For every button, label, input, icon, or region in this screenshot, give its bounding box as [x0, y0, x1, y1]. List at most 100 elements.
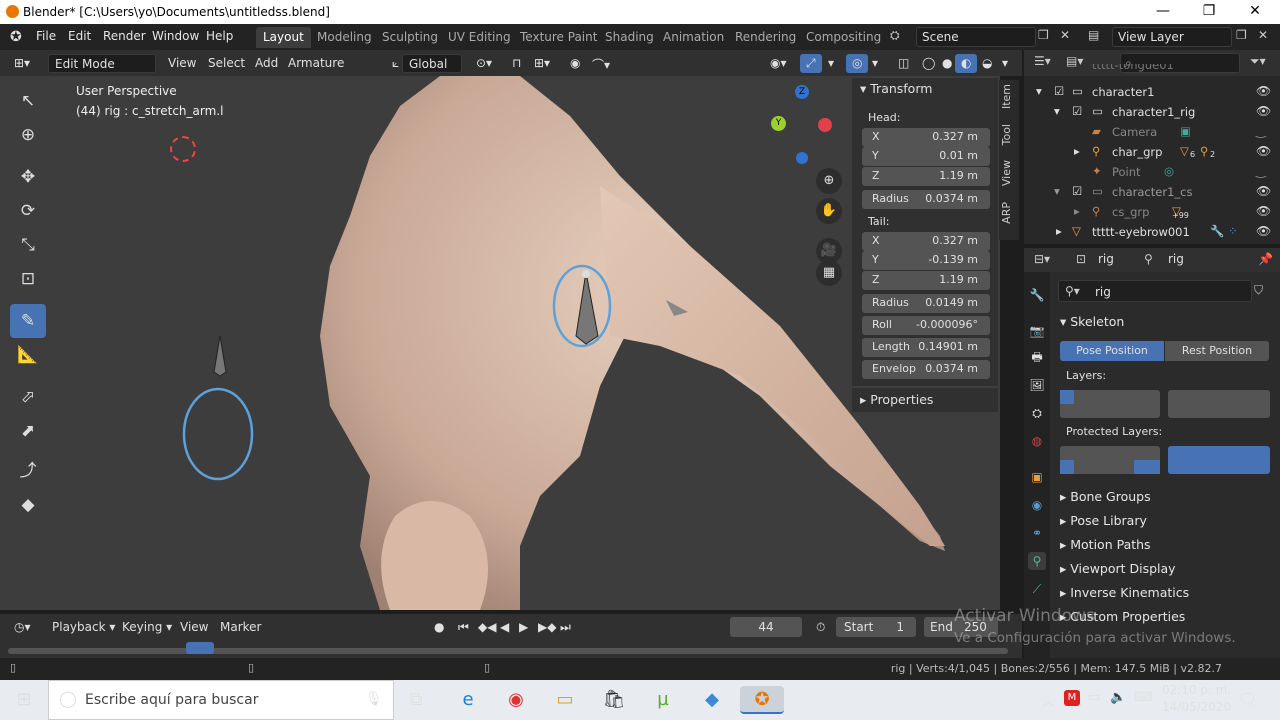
- layers-grid-left[interactable]: [1060, 390, 1160, 418]
- annotate-tool-icon[interactable]: ✎: [10, 304, 46, 338]
- playback-menu[interactable]: Playback ▾: [46, 618, 121, 637]
- gizmo-neg-z-axis[interactable]: [796, 152, 808, 164]
- playhead[interactable]: [186, 642, 214, 654]
- perspective-toggle-icon[interactable]: ▦: [816, 260, 842, 286]
- proportional-edit-icon[interactable]: ◉: [564, 54, 586, 73]
- editor-type-icon[interactable]: ⊟▾: [1034, 252, 1050, 266]
- pan-hand-icon[interactable]: ✋: [816, 198, 842, 224]
- taskbar-search-box[interactable]: ◯ Escribe aquí para buscar 🎙: [48, 680, 394, 720]
- tab-compositing[interactable]: Compositing: [799, 27, 888, 48]
- zoom-icon[interactable]: ⊕: [816, 168, 842, 194]
- delete-scene-icon[interactable]: ✕: [1060, 28, 1076, 42]
- language-icon[interactable]: ⌨: [1134, 690, 1153, 705]
- scene-icon[interactable]: ⛭: [890, 28, 910, 43]
- properties-section-header[interactable]: ▸ Properties: [852, 388, 998, 412]
- expand-arrow-icon[interactable]: ▸: [1074, 144, 1080, 158]
- gizmo-z-axis[interactable]: Z: [795, 85, 809, 99]
- utorrent-icon[interactable]: µ: [649, 686, 677, 714]
- outliner-item-eyebrow[interactable]: ▸ ▽ ttttt-eyebrow001 🔧 ⁘ 👁: [1024, 222, 1280, 242]
- 3d-viewport[interactable]: User Perspective (44) rig : c_stretch_ar…: [0, 76, 1000, 610]
- view-layer-selector[interactable]: View Layer: [1112, 27, 1232, 47]
- blender-taskbar-icon[interactable]: ✪: [740, 686, 784, 714]
- xray-icon[interactable]: ◫: [892, 54, 915, 73]
- tail-y-field[interactable]: Y -0.139 m: [862, 251, 990, 270]
- outliner-item-character1-cs[interactable]: ▾ ☑ ▭ character1_cs 👁: [1024, 182, 1280, 202]
- protected-layer-toggle[interactable]: [1134, 460, 1160, 474]
- menu-select[interactable]: Select: [202, 54, 251, 73]
- menu-window[interactable]: Window: [152, 29, 199, 43]
- cursor-tool-icon[interactable]: ⊕: [10, 118, 46, 152]
- shading-dropdown-icon[interactable]: ▾: [996, 54, 1014, 73]
- gizmo-y-axis[interactable]: Y: [771, 116, 786, 131]
- tab-tool[interactable]: Tool: [1000, 124, 1016, 145]
- tab-layout[interactable]: Layout: [256, 27, 311, 48]
- bone-size-tool-icon[interactable]: ⬈: [10, 414, 46, 448]
- eye-icon[interactable]: 👁: [1256, 144, 1271, 158]
- select-tool-icon[interactable]: ↖: [10, 84, 46, 118]
- new-scene-icon[interactable]: ❐: [1038, 28, 1056, 42]
- move-tool-icon[interactable]: ✥: [10, 160, 46, 194]
- timeline-view-menu[interactable]: View: [174, 618, 214, 637]
- menu-armature[interactable]: Armature: [282, 54, 350, 73]
- protected-layers-grid-left[interactable]: [1060, 446, 1160, 474]
- bone-head-point[interactable]: [582, 270, 590, 278]
- scale-tool-icon[interactable]: ⤡: [10, 228, 46, 262]
- menu-view[interactable]: View: [162, 54, 202, 73]
- outliner-item-char-grp[interactable]: ▸ ⚲ char_grp ▽ 6 ⚲ 2 👁: [1024, 142, 1280, 162]
- expand-arrow-icon[interactable]: ▾: [1054, 104, 1060, 118]
- eye-icon[interactable]: 👁: [1256, 84, 1271, 98]
- tab-arp[interactable]: ARP: [1000, 202, 1016, 224]
- editor-type-icon[interactable]: ◷▾: [8, 618, 37, 637]
- bone-control-circle-left[interactable]: [182, 387, 254, 481]
- eye-icon[interactable]: 👁: [1256, 204, 1271, 218]
- tab-rendering[interactable]: Rendering: [728, 27, 803, 48]
- checkbox-icon[interactable]: ☑: [1072, 104, 1082, 118]
- shading-material-icon[interactable]: ◐: [955, 54, 978, 73]
- layer-toggle-active[interactable]: [1060, 390, 1074, 404]
- tab-texture-paint[interactable]: Texture Paint: [513, 27, 604, 48]
- file-explorer-icon[interactable]: ▭: [551, 686, 579, 714]
- eye-icon[interactable]: 👁: [1256, 224, 1271, 238]
- output-tab-icon[interactable]: 🖶: [1028, 348, 1046, 366]
- tray-date[interactable]: 14/05/2020: [1162, 700, 1231, 714]
- new-view-layer-icon[interactable]: ❐: [1236, 28, 1247, 42]
- tail-z-field[interactable]: Z 1.19 m: [862, 271, 990, 290]
- jump-end-icon[interactable]: ⏭: [554, 618, 577, 637]
- bone-left[interactable]: [213, 335, 227, 377]
- windows-start-icon[interactable]: ⊞: [10, 686, 38, 714]
- microphone-icon[interactable]: 🎙: [365, 691, 383, 707]
- rotate-tool-icon[interactable]: ⟳: [10, 194, 46, 228]
- tab-modeling[interactable]: Modeling: [310, 27, 379, 48]
- delete-view-layer-icon[interactable]: ✕: [1258, 28, 1268, 42]
- view-layer-icon[interactable]: ▤: [1088, 28, 1099, 42]
- tail-radius-field[interactable]: Radius 0.0149 m: [862, 294, 990, 313]
- start-frame-field[interactable]: Start 1: [836, 617, 916, 637]
- outliner-item-tongue[interactable]: ttttt-tongue01: [1024, 64, 1280, 76]
- edge-icon[interactable]: e: [454, 686, 482, 714]
- expand-arrow-icon[interactable]: ▾: [1054, 184, 1060, 198]
- tail-x-field[interactable]: X 0.327 m: [862, 232, 990, 251]
- editor-type-icon[interactable]: ⊞▾: [8, 54, 36, 73]
- pose-position-button[interactable]: Pose Position: [1060, 341, 1164, 361]
- eye-icon[interactable]: 👁: [1256, 104, 1271, 118]
- app-icon[interactable]: ◆: [698, 686, 726, 714]
- expand-arrow-icon[interactable]: ▸: [1056, 224, 1062, 238]
- head-z-field[interactable]: Z 1.19 m: [862, 167, 990, 186]
- task-view-icon[interactable]: ⧉: [402, 686, 430, 714]
- layers-grid-right[interactable]: [1168, 390, 1270, 418]
- auto-key-icon[interactable]: ●: [428, 618, 450, 637]
- gizmo-toggle-icon[interactable]: ⤢: [800, 54, 822, 73]
- proportional-falloff-icon[interactable]: ⌒▾: [586, 54, 616, 73]
- tab-shading[interactable]: Shading: [598, 27, 661, 48]
- bone-groups-section[interactable]: ▸ Bone Groups: [1060, 489, 1151, 504]
- fake-user-shield-icon[interactable]: ⛉: [1254, 283, 1263, 298]
- bone-tab-icon[interactable]: ⟋: [1028, 580, 1046, 598]
- outliner-item-character1[interactable]: ▾ ☑ ▭ character1 👁: [1024, 82, 1280, 102]
- tray-time[interactable]: 02:10 p. m.: [1162, 683, 1231, 697]
- pin-icon[interactable]: 📌: [1258, 252, 1273, 266]
- render-tab-icon[interactable]: 📷: [1028, 322, 1046, 340]
- armature-data-tab-icon[interactable]: ⚲: [1028, 552, 1046, 570]
- eye-hidden-icon[interactable]: ‿: [1256, 124, 1266, 138]
- tray-antivirus-icon[interactable]: M: [1064, 690, 1080, 706]
- eye-hidden-icon[interactable]: ‿: [1256, 164, 1266, 178]
